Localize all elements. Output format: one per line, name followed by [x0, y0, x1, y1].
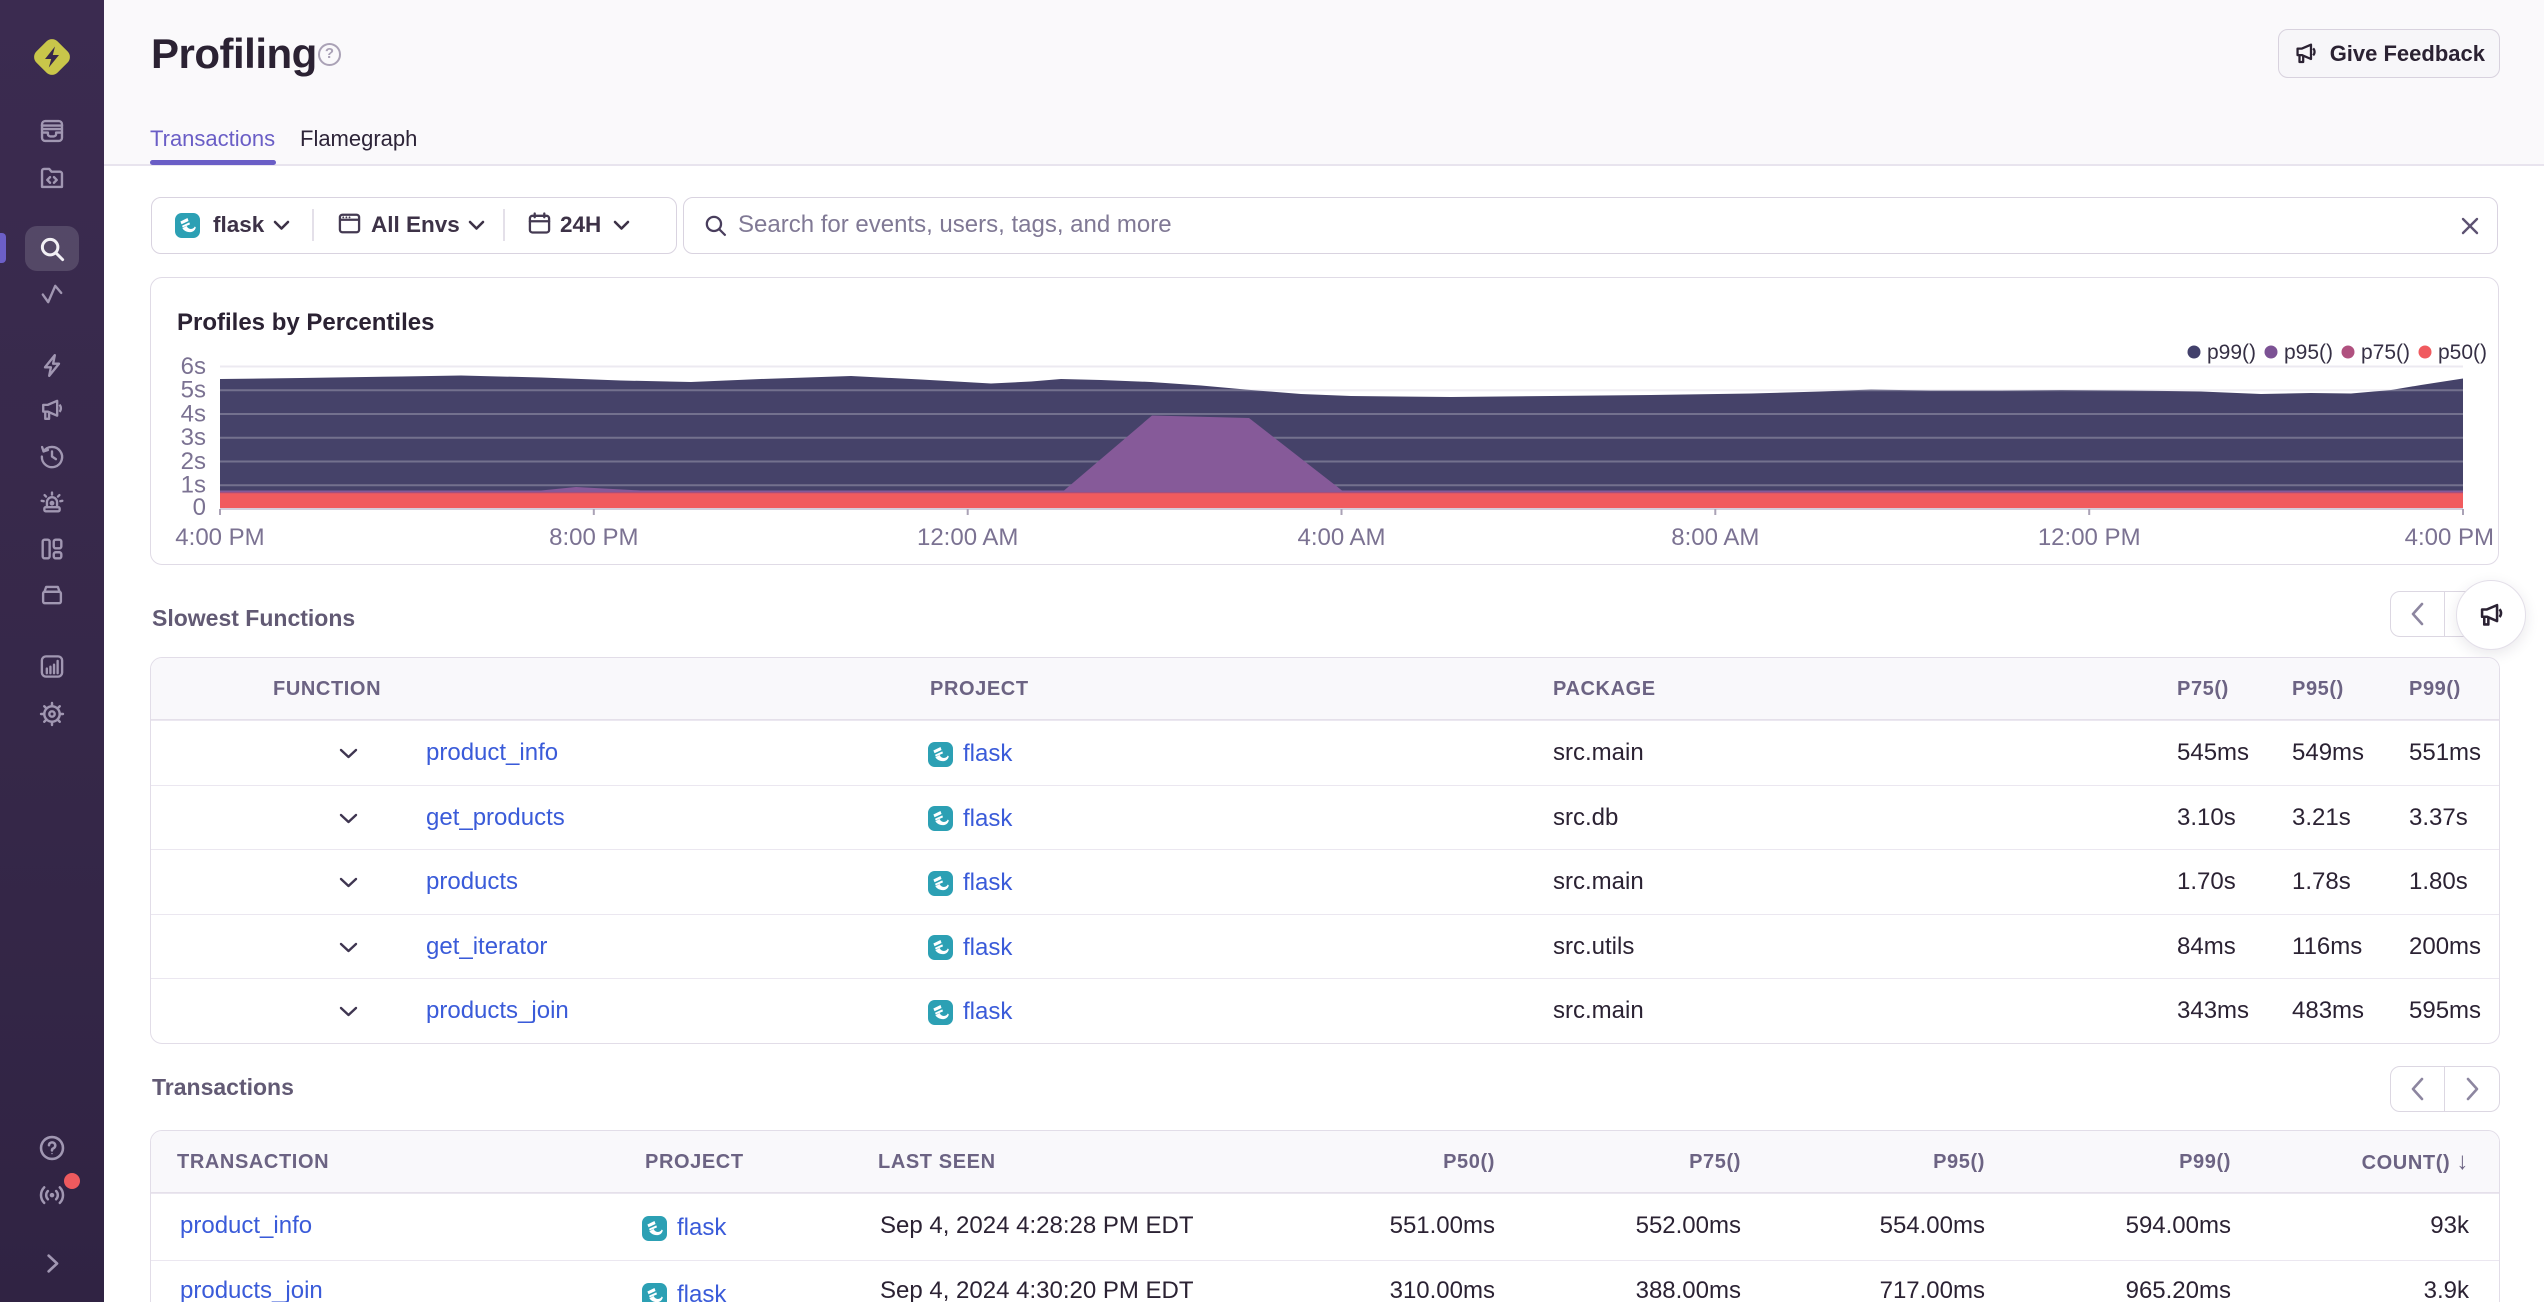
svg-text:p95(): p95() [2284, 341, 2333, 364]
svg-text:12:00 AM: 12:00 AM [917, 524, 1018, 551]
svg-text:p99(): p99() [2207, 341, 2256, 364]
svg-text:p50(): p50() [2438, 341, 2487, 364]
svg-text:4:00 PM: 4:00 PM [175, 524, 264, 551]
svg-text:8:00 AM: 8:00 AM [1671, 524, 1759, 551]
svg-text:8:00 PM: 8:00 PM [549, 524, 638, 551]
svg-text:0: 0 [193, 494, 206, 521]
svg-text:p75(): p75() [2361, 341, 2410, 364]
svg-text:4:00 PM: 4:00 PM [2405, 524, 2494, 551]
svg-text:12:00 PM: 12:00 PM [2038, 524, 2141, 551]
svg-text:4:00 AM: 4:00 AM [1297, 524, 1385, 551]
